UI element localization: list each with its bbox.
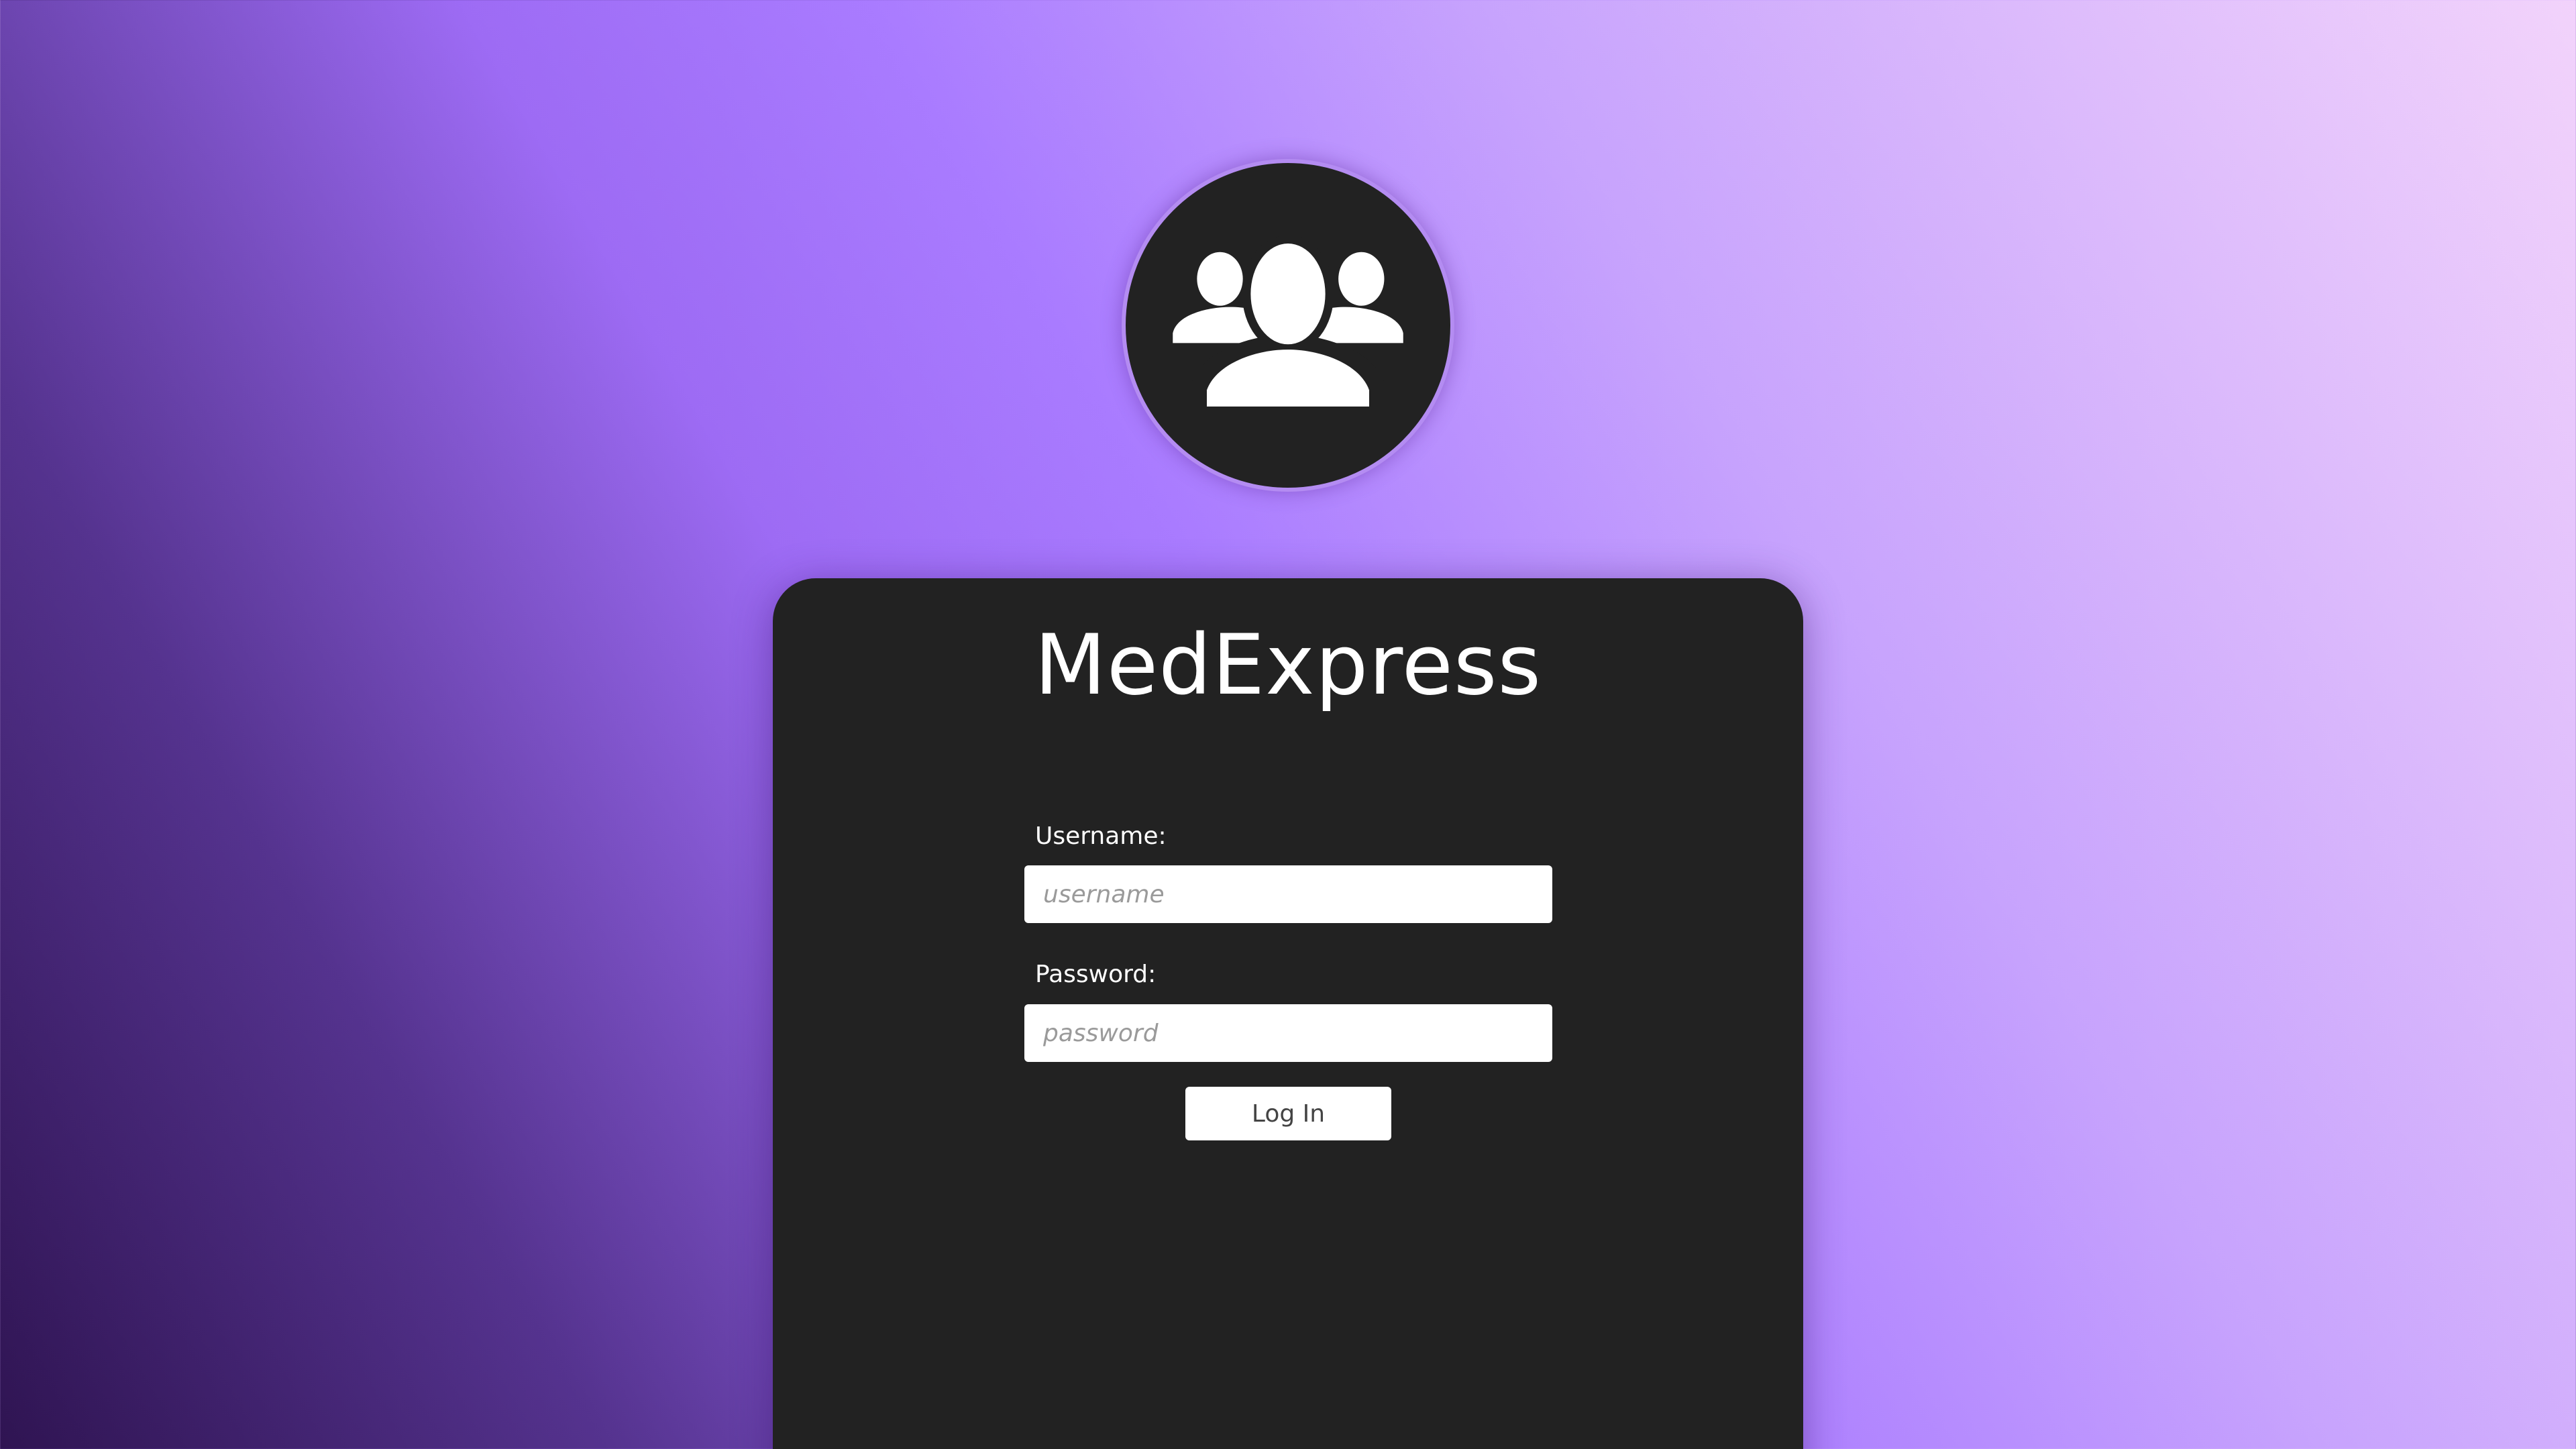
users-group-avatar	[1122, 159, 1454, 492]
app-title: MedExpress	[1034, 617, 1542, 714]
username-input[interactable]	[1024, 865, 1552, 923]
password-input[interactable]	[1024, 1004, 1552, 1062]
users-group-icon	[1173, 235, 1403, 407]
login-button[interactable]: Log In	[1185, 1087, 1391, 1140]
password-label: Password:	[1035, 961, 1157, 988]
username-label: Username:	[1035, 822, 1167, 850]
